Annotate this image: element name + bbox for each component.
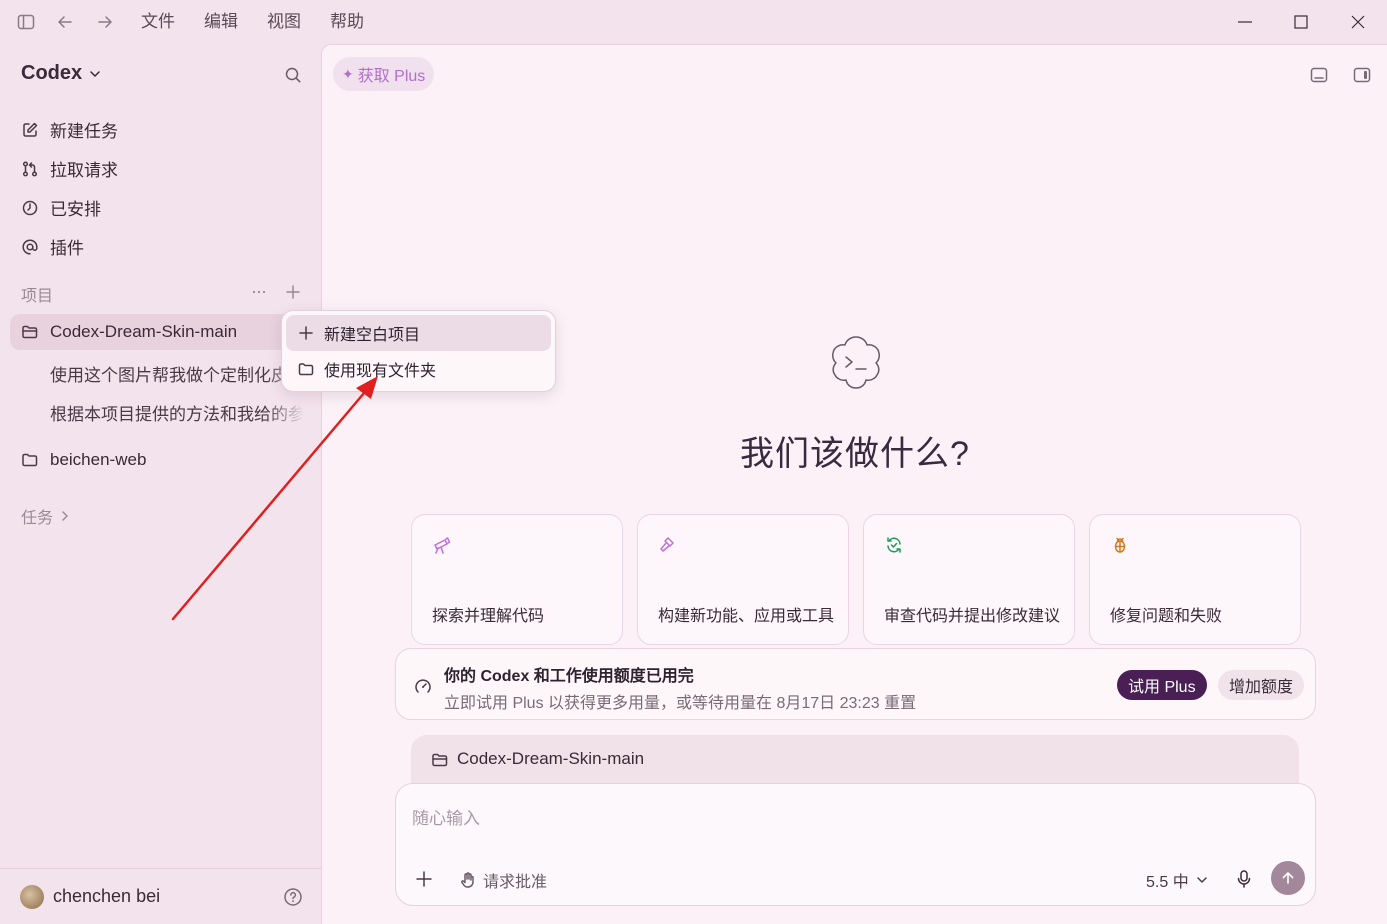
tasks-section[interactable]: 任务 <box>21 504 71 528</box>
brand-label: Codex <box>21 62 83 84</box>
edit-icon <box>23 122 38 137</box>
menu-help[interactable]: 帮助 <box>330 11 364 33</box>
project-name: Codex-Dream-Skin-main <box>50 322 238 341</box>
menu-bar: 文件 编辑 视图 帮助 <box>141 11 393 33</box>
nav-scheduled[interactable]: 已安排 <box>21 188 118 227</box>
avatar <box>20 885 44 909</box>
nav-plugins[interactable]: 插件 <box>21 227 118 266</box>
thread-item[interactable]: 根据本项目提供的方法和我给的参考 <box>50 400 304 425</box>
main-panel: ✦ 获取 Plus 我们该做什么? 探索并理解代码 构建新功能、应用或工具 审查… <box>321 44 1387 924</box>
quota-subtitle: 立即试用 Plus 以获得更多用量，或等待用量在 8月17日 23:23 重置 <box>444 695 917 712</box>
title-bar: 文件 编辑 视图 帮助 <box>0 0 1387 44</box>
card-explore-code[interactable]: 探索并理解代码 <box>411 514 623 645</box>
back-arrow-icon[interactable] <box>55 12 75 32</box>
model-selector[interactable]: 5.5 中 <box>1146 868 1209 892</box>
search-icon[interactable] <box>284 66 302 84</box>
attach-plus-icon[interactable] <box>415 870 433 888</box>
composer-input[interactable]: 随心输入 <box>412 804 480 829</box>
card-label: 修复问题和失败 <box>1110 608 1223 625</box>
hand-icon <box>461 872 474 888</box>
projects-actions <box>251 284 301 300</box>
hero-title: 我们该做什么? <box>740 435 970 473</box>
sparkle-icon: ✦ <box>342 65 354 82</box>
card-label: 构建新功能、应用或工具 <box>658 608 835 625</box>
bug-icon <box>1114 537 1126 553</box>
add-project-icon[interactable] <box>285 284 301 300</box>
user-bar[interactable]: chenchen bei <box>0 868 321 924</box>
terminal-panel-icon[interactable] <box>1310 67 1328 83</box>
quota-banner: 你的 Codex 和工作使用额度已用完 立即试用 Plus 以获得更多用量，或等… <box>395 648 1316 720</box>
nav-pull-requests-label: 拉取请求 <box>50 161 118 180</box>
nav-new-task[interactable]: 新建任务 <box>21 110 118 149</box>
chevron-down-icon <box>90 70 100 77</box>
tasks-section-label: 任务 <box>21 510 54 527</box>
menu-item-new-blank-project[interactable]: 新建空白项目 <box>286 315 551 351</box>
at-icon <box>22 238 38 255</box>
add-project-menu: 新建空白项目 使用现有文件夹 <box>281 310 556 392</box>
nav-plugins-label: 插件 <box>50 239 84 258</box>
approval-mode-button[interactable]: 请求批准 <box>459 868 547 892</box>
model-label: 5.5 中 <box>1146 874 1189 891</box>
close-icon[interactable] <box>1346 10 1370 34</box>
card-review-code[interactable]: 审查代码并提出修改建议 <box>863 514 1075 645</box>
card-label: 探索并理解代码 <box>432 608 545 625</box>
card-label: 审查代码并提出修改建议 <box>884 608 1061 625</box>
approval-mode-label: 请求批准 <box>483 874 548 891</box>
arrow-up-icon <box>1282 872 1294 884</box>
side-panel-icon[interactable] <box>1353 67 1371 83</box>
folder-icon <box>432 753 448 767</box>
nav-new-task-label: 新建任务 <box>50 122 118 141</box>
projects-section-label: 项目 <box>21 288 54 305</box>
minimize-icon[interactable] <box>1233 10 1257 34</box>
menu-edit[interactable]: 编辑 <box>204 11 238 33</box>
microphone-icon[interactable] <box>1235 869 1253 889</box>
maximize-icon[interactable] <box>1289 10 1313 34</box>
help-icon[interactable] <box>283 887 303 907</box>
thread-item[interactable]: 使用这个图片帮我做个定制化皮肤 <box>50 361 304 386</box>
chevron-right-icon <box>62 511 68 521</box>
plus-icon <box>299 326 313 340</box>
menu-view[interactable]: 视图 <box>267 11 301 33</box>
try-plus-button[interactable]: 试用 Plus <box>1117 670 1207 700</box>
nav-pull-requests[interactable]: 拉取请求 <box>21 149 118 188</box>
nav-scheduled-label: 已安排 <box>50 200 101 219</box>
refresh-check-icon <box>887 537 901 553</box>
workspace-switcher[interactable]: Codex <box>21 62 102 85</box>
telescope-icon <box>434 537 451 554</box>
menu-item-label: 新建空白项目 <box>324 327 421 344</box>
card-fix-issues[interactable]: 修复问题和失败 <box>1089 514 1301 645</box>
menu-item-use-existing-folder[interactable]: 使用现有文件夹 <box>286 351 551 387</box>
quota-title: 你的 Codex 和工作使用额度已用完 <box>444 668 694 685</box>
folder-icon <box>298 363 314 376</box>
forward-arrow-icon[interactable] <box>95 12 115 32</box>
get-plus-button[interactable]: ✦ 获取 Plus <box>333 57 435 91</box>
project-context-name: Codex-Dream-Skin-main <box>457 749 645 768</box>
add-quota-button[interactable]: 增加额度 <box>1218 670 1305 700</box>
suggestion-cards: 探索并理解代码 构建新功能、应用或工具 审查代码并提出修改建议 修复问题和失败 <box>411 514 1301 645</box>
menu-item-label: 使用现有文件夹 <box>324 363 437 380</box>
username: chenchen bei <box>53 886 161 906</box>
sidebar-nav: 新建任务 拉取请求 已安排 插件 <box>21 110 118 266</box>
project-name: beichen-web <box>50 450 147 469</box>
project-item-beichen-web[interactable]: beichen-web <box>10 442 310 478</box>
menu-file[interactable]: 文件 <box>141 11 175 33</box>
folder-open-icon <box>22 325 38 339</box>
card-build-feature[interactable]: 构建新功能、应用或工具 <box>637 514 849 645</box>
project-item-codex-dream-skin[interactable]: Codex-Dream-Skin-main <box>10 314 310 350</box>
codex-cloud-icon <box>824 331 888 395</box>
clock-icon <box>22 200 38 215</box>
pull-request-icon <box>22 160 38 177</box>
hammer-icon <box>660 537 674 552</box>
gauge-icon <box>415 679 431 693</box>
chevron-down-icon <box>1196 877 1207 883</box>
send-button[interactable] <box>1271 861 1305 895</box>
sidebar-toggle-icon[interactable] <box>16 12 36 32</box>
composer: 随心输入 请求批准 5.5 中 <box>395 783 1316 906</box>
folder-icon <box>22 453 38 467</box>
sidebar: Codex 新建任务 拉取请求 已安排 插件 项目 Codex-Dream-Sk… <box>0 44 321 924</box>
get-plus-label: 获取 Plus <box>357 68 426 85</box>
more-icon[interactable] <box>251 284 267 300</box>
